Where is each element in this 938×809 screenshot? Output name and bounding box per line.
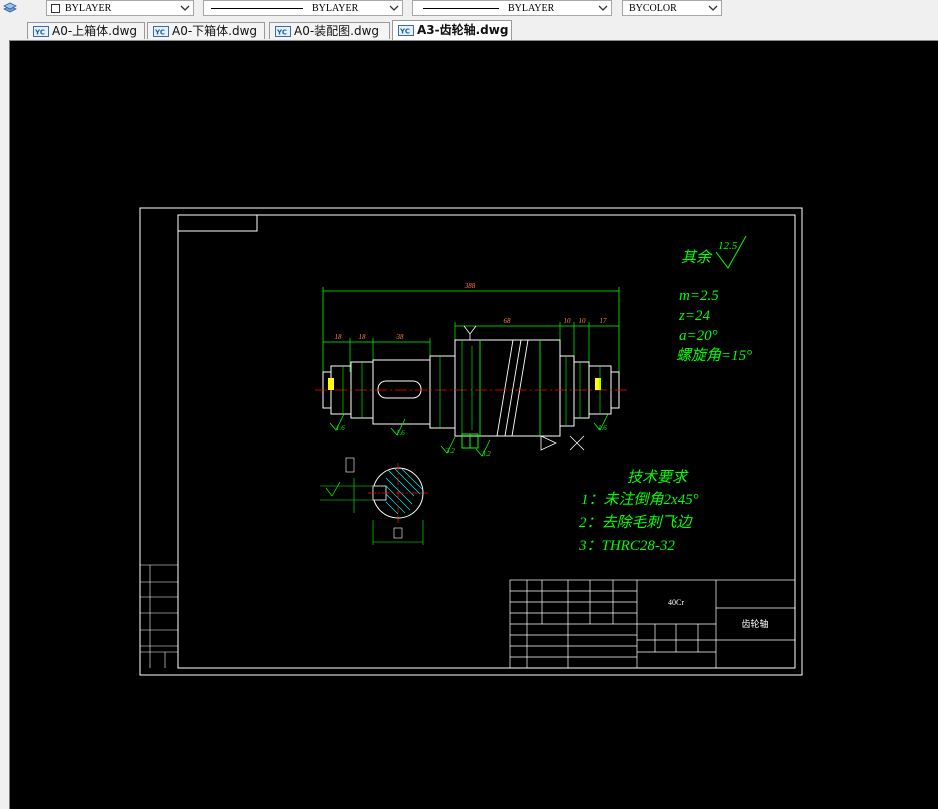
- color-swatch: [51, 4, 60, 13]
- roughness-mark-3: 3.2: [445, 447, 455, 455]
- tab-a0-lower-box[interactable]: YC A0-下箱体.dwg: [147, 22, 265, 39]
- document-tabs: YC A0-上箱体.dwg YC A0-下箱体.dwg YC A0-装配图.dw…: [0, 19, 938, 41]
- dim-text-3: 38: [396, 333, 405, 341]
- plotstyle-combo[interactable]: BYCOLOR: [622, 0, 722, 16]
- lineweight-combo[interactable]: BYLAYER: [412, 0, 612, 16]
- svg-text:YC: YC: [276, 29, 287, 37]
- code-box: [177, 214, 258, 232]
- dim-text-4: 68: [504, 317, 512, 325]
- sheet-outer-border: [139, 207, 803, 676]
- dim-text-2: 18: [359, 333, 367, 341]
- dwg-file-icon: YC: [275, 26, 291, 37]
- binding-column: [140, 564, 178, 668]
- linetype-combo-value: BYLAYER: [312, 3, 359, 14]
- gear-param-helix-angle: 螺旋角=15°: [676, 347, 752, 364]
- linetype-preview: [211, 8, 303, 9]
- material-text: 40Cr: [668, 598, 684, 607]
- roughness-prefix: 其余: [681, 249, 713, 266]
- svg-text:YC: YC: [154, 29, 165, 37]
- dim-overall-text: 388: [464, 282, 476, 290]
- overall-dimension: [322, 287, 620, 372]
- roughness-mark-2: 1.6: [396, 429, 405, 437]
- gear-param-teeth: z=24: [678, 308, 710, 324]
- dim-text-7: 17: [600, 317, 608, 325]
- drawing-canvas[interactable]: 40Cr 齿轮轴 388 18 18 38 68 10 10 17 1.6 1.…: [10, 41, 938, 809]
- dwg-file-icon: YC: [153, 26, 169, 37]
- gear-param-pressure-angle: a=20°: [679, 328, 718, 344]
- tech-requirement-1: 1：未注倒角2x45°: [581, 491, 699, 508]
- color-combo-value: BYLAYER: [65, 3, 112, 14]
- roughness-mark-4: 3.2: [481, 450, 491, 458]
- tab-a0-upper-box[interactable]: YC A0-上箱体.dwg: [27, 22, 145, 39]
- tab-label: A0-装配图.dwg: [294, 24, 380, 38]
- tab-label: A3-齿轮轴.dwg: [417, 23, 509, 37]
- dim-text-6: 10: [579, 317, 587, 325]
- roughness-mark-5: 1.6: [598, 424, 607, 432]
- helical-teeth: [479, 339, 541, 437]
- segment-dimensions: [323, 322, 619, 372]
- layer-states-icon[interactable]: [3, 1, 17, 15]
- tech-requirements-title: 技术要求: [627, 469, 689, 486]
- part-name-text: 齿轮轴: [741, 618, 768, 630]
- diameter-dimension-lines: [342, 340, 601, 436]
- gear-shaft-outline: [322, 339, 620, 449]
- tab-a0-assembly[interactable]: YC A0-装配图.dwg: [269, 22, 390, 39]
- svg-text:YC: YC: [34, 29, 45, 37]
- tab-a3-gear-shaft[interactable]: YC A3-齿轮轴.dwg: [392, 20, 512, 40]
- section-view: [320, 457, 428, 545]
- chevron-down-icon: [389, 5, 399, 11]
- roughness-mark-1: 1.6: [336, 424, 345, 432]
- properties-toolbar: BYLAYER BYLAYER BYLAYER BYCOLOR: [0, 0, 938, 20]
- sheet-inner-border: [177, 214, 796, 669]
- tech-requirement-3: 3：THRC28-32: [578, 538, 675, 554]
- gear-param-module: m=2.5: [679, 288, 719, 304]
- svg-text:YC: YC: [399, 28, 410, 36]
- tab-label: A0-下箱体.dwg: [172, 24, 258, 38]
- tech-requirement-2: 2：去除毛刺飞边: [579, 514, 694, 531]
- chevron-down-icon: [598, 5, 608, 11]
- chevron-down-icon: [180, 5, 190, 11]
- left-edge-bar: [0, 40, 10, 809]
- plotstyle-combo-value: BYCOLOR: [629, 3, 677, 14]
- dwg-file-icon: YC: [33, 26, 49, 37]
- chevron-down-icon: [708, 5, 718, 11]
- lineweight-preview: [423, 8, 499, 9]
- dim-text-1: 18: [335, 333, 343, 341]
- color-combo[interactable]: BYLAYER: [46, 0, 194, 16]
- keyway-slot: [377, 380, 422, 399]
- lineweight-combo-value: BYLAYER: [508, 3, 555, 14]
- linetype-combo[interactable]: BYLAYER: [203, 0, 403, 16]
- tab-label: A0-上箱体.dwg: [52, 24, 138, 38]
- dim-text-5: 10: [564, 317, 572, 325]
- dwg-file-icon: YC: [398, 25, 414, 36]
- roughness-value: 12.5: [718, 240, 738, 252]
- cad-drawing: 40Cr 齿轮轴 388 18 18 38 68 10 10 17 1.6 1.…: [139, 207, 803, 676]
